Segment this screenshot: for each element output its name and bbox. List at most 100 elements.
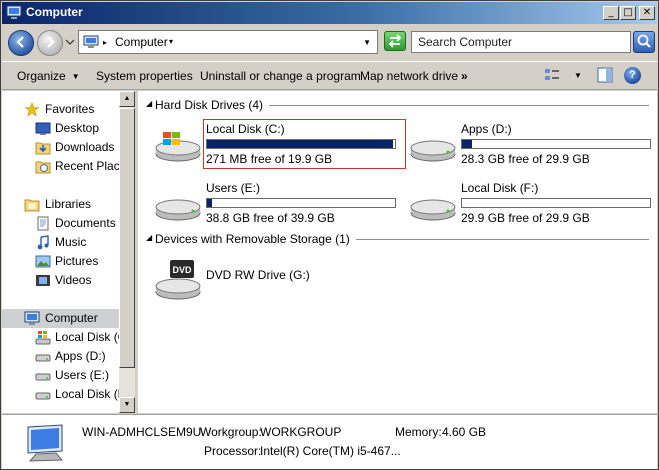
- command-bar: Organize ▼ System properties Uninstall or…: [2, 61, 657, 90]
- nav-local-disk-f[interactable]: Local Disk (F:: [2, 385, 119, 404]
- computer-name: WIN-ADMHCLSEM9U: [82, 425, 202, 439]
- pictures-icon: [35, 255, 51, 268]
- collapse-arrow-icon[interactable]: ◢: [146, 99, 152, 108]
- nav-libraries[interactable]: Libraries: [2, 195, 119, 214]
- nav-pane-scrollbar[interactable]: ▲ ▼: [119, 91, 135, 413]
- scroll-up-icon[interactable]: ▲: [119, 91, 135, 107]
- organize-label: Organize: [17, 69, 66, 83]
- drive-label: Local Disk (C:): [206, 122, 285, 136]
- system-properties-button[interactable]: System properties: [96, 69, 193, 83]
- explorer-window: Computer _ □ ✕ ▸ Computer ▾ ▼ Search Com…: [0, 0, 659, 470]
- title-bar[interactable]: Computer _ □ ✕: [2, 2, 657, 24]
- nav-favorites[interactable]: Favorites: [2, 100, 119, 119]
- preview-pane-icon[interactable]: [597, 67, 613, 83]
- drive-label: Local Disk (F:): [461, 181, 539, 195]
- hard-drive-icon: [35, 392, 51, 400]
- nav-libraries-label: Libraries: [45, 197, 92, 211]
- help-button[interactable]: ?: [624, 67, 641, 84]
- nav-music-label: Music: [55, 235, 87, 249]
- drive-tile-e[interactable]: Users (E:) 38.8 GB free of 39.9 GB: [138, 179, 396, 225]
- breadcrumb-dropdown-icon[interactable]: ▾: [169, 37, 173, 46]
- memory-label: Memory:: [395, 425, 442, 439]
- refresh-icon: [388, 34, 402, 48]
- scroll-down-icon[interactable]: ▼: [119, 397, 135, 413]
- change-view-icon[interactable]: [544, 68, 560, 82]
- drive-tile-d[interactable]: Apps (D:) 28.3 GB free of 29.9 GB: [393, 120, 651, 166]
- drive-label: Users (E:): [206, 181, 260, 195]
- drive-usage-fill: [207, 140, 393, 148]
- organize-menu[interactable]: Organize ▼: [17, 69, 80, 83]
- window-title: Computer: [26, 5, 83, 19]
- nav-music[interactable]: Music: [2, 233, 119, 252]
- drive-usage-fill: [207, 199, 213, 207]
- nav-videos[interactable]: Videos: [2, 271, 119, 290]
- views-dropdown-icon[interactable]: ▼: [574, 71, 582, 80]
- nav-users-e[interactable]: Users (E:): [2, 366, 119, 385]
- group-header-removable-storage[interactable]: ◢ Devices with Removable Storage (1): [144, 231, 649, 247]
- memory-value: 4.60 GB: [442, 425, 487, 439]
- nav-videos-label: Videos: [55, 273, 92, 287]
- scrollbar-thumb[interactable]: [119, 108, 135, 368]
- windows-drive-icon: [155, 132, 201, 162]
- arrow-left-icon: [16, 36, 24, 48]
- star-icon: [24, 102, 40, 117]
- nav-documents[interactable]: Documents: [2, 214, 119, 233]
- dvd-drive-icon: DVD: [155, 260, 201, 300]
- minimize-button[interactable]: _: [603, 6, 619, 20]
- nav-apps-d[interactable]: Apps (D:): [2, 347, 119, 366]
- drive-free-space: 38.8 GB free of 39.9 GB: [206, 211, 335, 225]
- address-bar[interactable]: ▸ Computer ▾ ▼: [78, 30, 378, 54]
- breadcrumb-chevron-icon[interactable]: ▸: [103, 38, 107, 47]
- navigation-pane: Favorites Desktop Downloads Recent Place…: [2, 91, 119, 413]
- maximize-button[interactable]: □: [620, 6, 636, 20]
- drive-tile-dvd[interactable]: DVD DVD RW Drive (G:): [138, 254, 390, 304]
- nav-computer[interactable]: Computer: [2, 309, 119, 328]
- nav-recent-places[interactable]: Recent Places: [2, 157, 119, 176]
- refresh-button[interactable]: [384, 31, 406, 51]
- drive-usage-fill: [462, 140, 473, 148]
- recent-pages-dropdown-icon[interactable]: [65, 36, 75, 48]
- uninstall-program-button[interactable]: Uninstall or change a program: [200, 69, 361, 83]
- hard-drive-icon: [35, 373, 51, 381]
- nav-recent-places-label: Recent Places: [55, 159, 119, 173]
- group-title: Devices with Removable Storage (1): [155, 232, 356, 246]
- nav-pictures-label: Pictures: [55, 254, 99, 268]
- forward-button[interactable]: [37, 30, 63, 56]
- nav-local-disk-f-label: Local Disk (F:: [55, 387, 119, 401]
- computer-icon: [83, 35, 99, 48]
- help-icon: ?: [629, 69, 636, 81]
- drive-tile-f[interactable]: Local Disk (F:) 29.9 GB free of 29.9 GB: [393, 179, 651, 225]
- search-button[interactable]: [633, 31, 655, 53]
- drive-usage-bar: [461, 139, 651, 149]
- nav-desktop-label: Desktop: [55, 121, 100, 135]
- search-box[interactable]: [411, 31, 631, 53]
- more-commands-button[interactable]: »: [461, 69, 468, 83]
- hard-drive-icon: [155, 199, 201, 221]
- drive-usage-bar: [206, 139, 396, 149]
- map-network-drive-button[interactable]: Map network drive: [360, 69, 458, 83]
- dvd-badge: DVD: [172, 265, 192, 275]
- address-history-dropdown-icon[interactable]: ▼: [363, 38, 371, 47]
- drive-usage-bar: [461, 198, 651, 208]
- collapse-arrow-icon[interactable]: ◢: [146, 233, 152, 242]
- drive-free-space: 29.9 GB free of 29.9 GB: [461, 211, 590, 225]
- music-icon: [37, 235, 49, 250]
- search-input[interactable]: [412, 32, 630, 52]
- group-header-hard-disk-drives[interactable]: ◢ Hard Disk Drives (4): [144, 97, 649, 113]
- drive-tile-c[interactable]: Local Disk (C:) 271 MB free of 19.9 GB: [138, 120, 396, 166]
- recent-places-icon: [35, 161, 51, 174]
- nav-pictures[interactable]: Pictures: [2, 252, 119, 271]
- nav-apps-d-label: Apps (D:): [55, 349, 106, 363]
- hard-drive-icon: [410, 140, 456, 162]
- search-icon: [637, 34, 651, 48]
- nav-local-disk-c-label: Local Disk (C:: [55, 330, 119, 344]
- nav-local-disk-c[interactable]: Local Disk (C:: [2, 328, 119, 347]
- computer-icon: [6, 5, 22, 19]
- nav-desktop[interactable]: Desktop: [2, 119, 119, 138]
- downloads-folder-icon: [35, 142, 51, 155]
- close-button[interactable]: ✕: [639, 6, 655, 20]
- breadcrumb-computer[interactable]: Computer: [115, 35, 168, 49]
- back-button[interactable]: [8, 30, 34, 56]
- computer-icon: [24, 311, 40, 325]
- nav-downloads[interactable]: Downloads: [2, 138, 119, 157]
